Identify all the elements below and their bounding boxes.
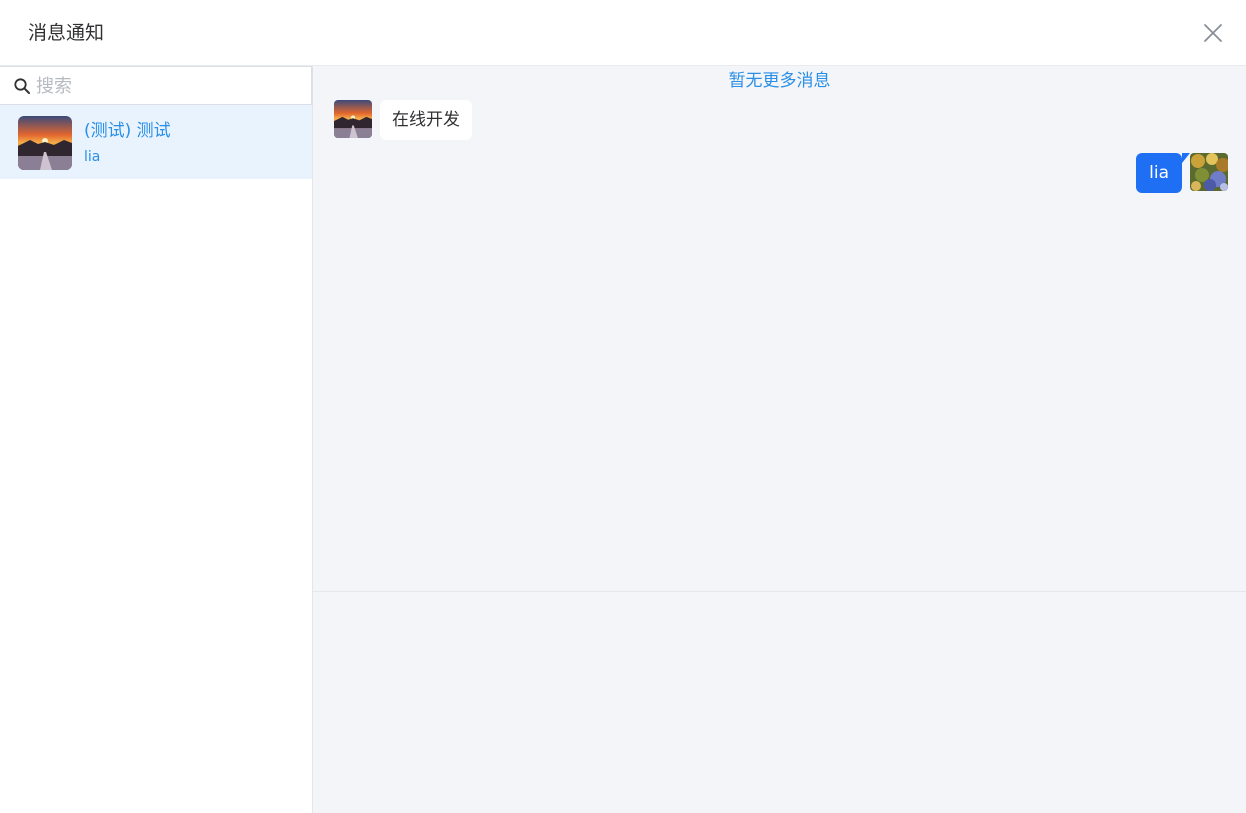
contact-sidebar: (测试) 测试 lia (0, 66, 313, 813)
search-box (0, 66, 312, 105)
dialog-title: 消息通知 (28, 22, 105, 44)
contact-last-message: lia (84, 149, 101, 165)
autumn-leaves-avatar (1190, 153, 1228, 191)
sent-message-bubble: lia (1136, 153, 1182, 193)
chat-messages-panel: 暂无更多消息 在线开发 lia (313, 66, 1246, 592)
sent-message-tail (1182, 153, 1190, 163)
message-notification-dialog: 消息通知 搜索 (测试) 测试 lia 暂无更多消息 在线开发 lia (0, 0, 1246, 813)
search-icon (14, 78, 30, 94)
contact-name: (测试) 测试 (84, 121, 171, 141)
received-message-bubble: 在线开发 (380, 100, 472, 140)
contact-list-item[interactable]: (测试) 测试 lia (0, 105, 312, 179)
message-input-area (313, 592, 1246, 813)
close-button[interactable] (1202, 22, 1224, 44)
sunset-road-avatar (334, 100, 372, 138)
dialog-header: 消息通知 (0, 0, 1246, 66)
search-input[interactable] (36, 73, 296, 99)
close-icon (1204, 24, 1222, 42)
message-composer[interactable] (313, 592, 1246, 813)
no-more-messages-notice[interactable]: 暂无更多消息 (313, 70, 1246, 92)
sunset-road-avatar (18, 116, 72, 170)
